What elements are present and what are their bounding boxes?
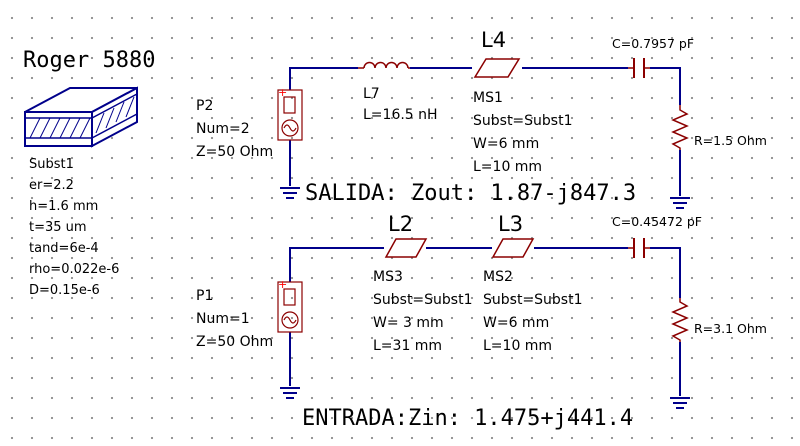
microstrip-l3-symbol[interactable] [491,238,535,258]
p2-num: Num=2 [196,121,250,137]
resistor-bottom-symbol[interactable] [671,298,689,342]
port-p2-symbol[interactable]: + [277,86,303,141]
ground-res-top [670,197,690,209]
substrate-symbol[interactable] [24,86,138,148]
substrate-param-d: D=0.15e-6 [29,283,100,298]
cap-bottom-value: C=0.45472 pF [612,214,702,229]
l7-name: L7 [363,86,380,102]
substrate-params: Subst1 er=2.2 h=1.6 mm t=35 um tand=6e-4… [29,157,119,299]
l3-title: L3 [498,212,524,236]
l4-title: L4 [481,28,507,52]
l4-name: MS1 [473,90,503,106]
resistor-top-symbol[interactable] [671,105,689,150]
l2-title: L2 [388,212,414,236]
substrate-param-er: er=2.2 [29,178,74,193]
microstrip-l4-symbol[interactable] [473,58,521,78]
substrate-param-tand: tand=6e-4 [29,241,99,256]
p1-name: P1 [196,288,214,304]
substrate-param-t: t=35 um [29,220,87,235]
l2-width: W= 3 mm [373,315,444,331]
output-circuit-wires [289,67,681,196]
l3-subst: Subst=Subst1 [483,292,583,308]
l4-width: W=6 mm [473,136,540,152]
l3-length: L=10 mm [483,338,553,354]
p1-num: Num=1 [196,311,250,327]
l3-name: MS2 [483,269,513,285]
substrate-title: Roger 5880 [23,48,156,73]
cap-top-value: C=0.7957 pF [612,36,695,51]
ground-p2 [280,187,300,199]
l7-value: L=16.5 nH [363,107,438,123]
inductor-l7-symbol[interactable] [358,61,410,69]
l2-subst: Subst=Subst1 [373,292,473,308]
substrate-param-h: h=1.6 mm [29,199,99,214]
svg-text:+: + [278,86,287,99]
res-top-value: R=1.5 Ohm [694,133,767,148]
l4-subst: Subst=Subst1 [473,113,573,129]
capacitor-top-symbol[interactable] [628,58,650,78]
output-impedance-result: SALIDA: Zout: 1.87-j847.3 [305,181,637,206]
l3-width: W=6 mm [483,315,550,331]
res-bottom-value: R=3.1 Ohm [694,321,767,336]
substrate-param-rho: rho=0.022e-6 [29,262,120,277]
l2-name: MS3 [373,269,403,285]
p1-impedance: Z=50 Ohm [196,334,274,350]
p2-name: P2 [196,98,214,114]
microstrip-l2-symbol[interactable] [384,238,428,258]
p2-impedance: Z=50 Ohm [196,144,274,160]
ground-p1 [280,387,300,399]
capacitor-bottom-symbol[interactable] [628,238,650,258]
input-impedance-result: ENTRADA:Zin: 1.475+j441.4 [302,406,634,431]
substrate-name: Subst1 [29,157,74,172]
l2-length: L=31 mm [373,338,443,354]
l4-length: L=10 mm [473,159,543,175]
svg-text:+: + [278,278,287,291]
port-p1-symbol[interactable]: + [277,278,303,333]
ground-res-bottom [670,397,690,409]
